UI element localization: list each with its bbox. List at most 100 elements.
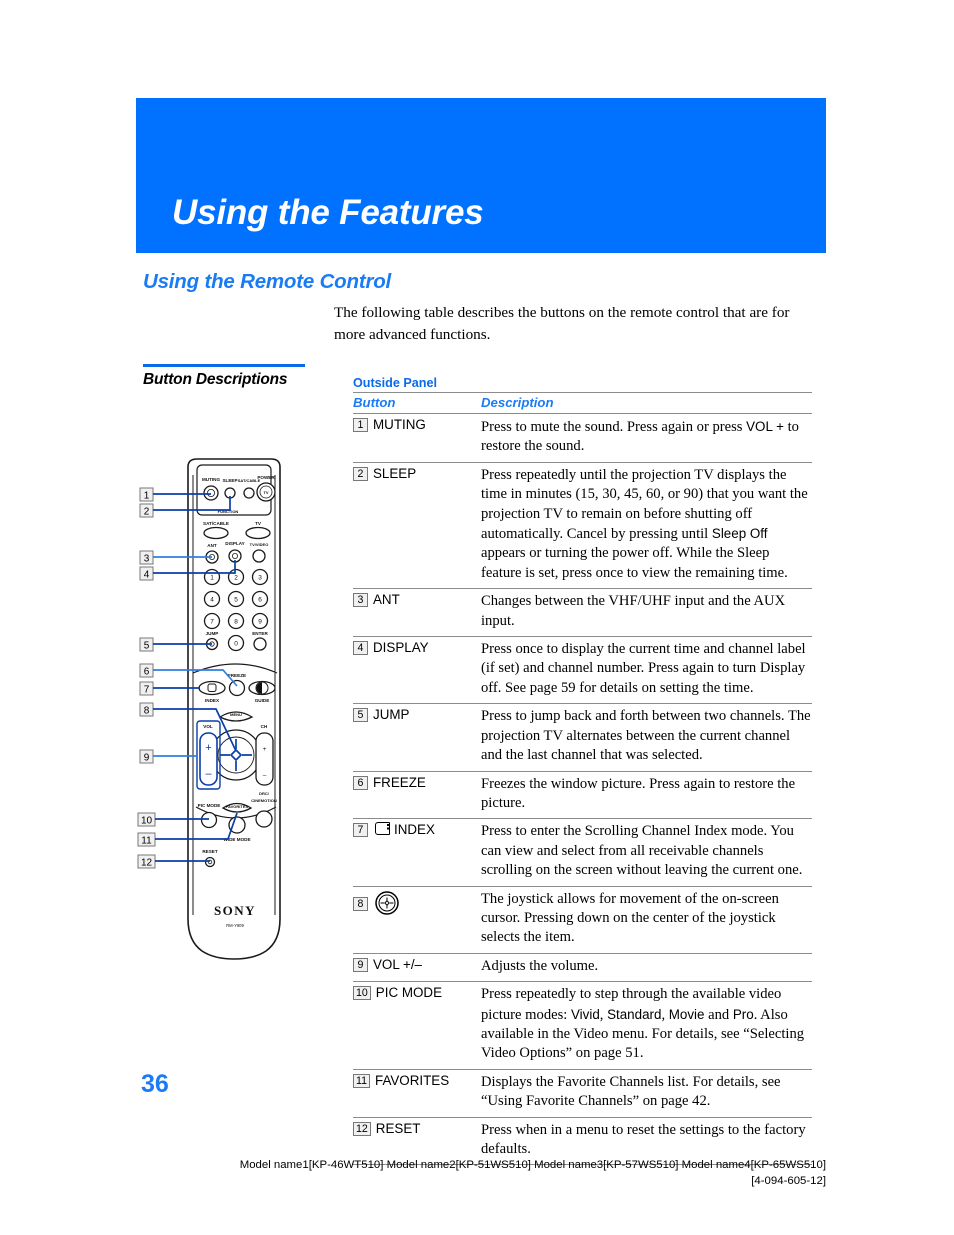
- table-caption: Outside Panel: [353, 376, 437, 390]
- callout-number: 8: [353, 896, 368, 911]
- footer: Model name1[KP-46WT510] Model name2[KP-5…: [136, 1157, 826, 1189]
- label-display: DISPLAY: [225, 541, 245, 546]
- label-menu: MENU: [230, 712, 242, 717]
- index-icon: [375, 822, 390, 836]
- svg-text:9: 9: [144, 753, 150, 764]
- table-row: 4 DISPLAY Press once to display the curren…: [353, 636, 812, 704]
- key-freeze[interactable]: [228, 679, 246, 697]
- key-satcable-top[interactable]: [243, 487, 255, 499]
- svg-text:2: 2: [144, 507, 150, 518]
- row-button-label: FAVORITES: [375, 1072, 450, 1088]
- row-description-cell: Press repeatedly until the projection TV…: [481, 461, 812, 589]
- button-descriptions-table-wrap: Outside Panel Button Description 1 MUTING…: [353, 376, 812, 1166]
- row-button-label: RESET: [375, 1120, 421, 1136]
- row-button-cell: 2 SLEEP: [353, 461, 481, 589]
- svg-text:5: 5: [144, 641, 150, 652]
- svg-text:1: 1: [144, 491, 150, 502]
- svg-text:–: –: [205, 768, 212, 780]
- section-heading: Using the Remote Control: [143, 270, 392, 293]
- row-button-cell: 1 MUTING: [353, 413, 481, 463]
- button-descriptions-table: Button Description 1 MUTING Press to mute …: [353, 392, 812, 1165]
- svg-text:+: +: [205, 742, 211, 754]
- key-satcable[interactable]: [203, 526, 229, 540]
- svg-text:+: +: [263, 746, 267, 753]
- key-vol[interactable]: + –: [199, 732, 218, 786]
- row-button-cell: 7 INDEX: [353, 818, 481, 887]
- row-button-label: VOL +/–: [373, 956, 423, 972]
- row-button-label: SLEEP: [373, 465, 417, 481]
- label-guide: GUIDE: [255, 698, 270, 703]
- label-ch: CH: [261, 724, 268, 729]
- row-description-cell: Displays the Favorite Channels list. For…: [481, 1068, 812, 1118]
- brand-logo: SONY: [214, 903, 256, 918]
- row-button-cell: 6 FREEZE: [353, 770, 481, 819]
- key-picmode[interactable]: [200, 811, 218, 829]
- svg-text:5: 5: [234, 597, 238, 604]
- svg-text:0: 0: [234, 641, 238, 648]
- table-row: 5 JUMP Press to jump back and forth betwee…: [353, 703, 812, 771]
- footer-model-names: Model name1[KP-46WT510] Model name2[KP-5…: [239, 1159, 826, 1171]
- label-favorites: FAVORITES: [226, 804, 249, 809]
- left-heading-rule: [143, 364, 305, 367]
- label-jump: JUMP: [206, 631, 219, 636]
- intro-paragraph: The following table describes the button…: [334, 304, 790, 343]
- svg-text:4: 4: [144, 570, 150, 581]
- label-power: POWER: [257, 475, 275, 480]
- key-joystick[interactable]: [210, 729, 262, 781]
- row-button-cell: 3 ANT: [353, 588, 481, 637]
- row-description-cell: The joystick allows for movement of the …: [481, 885, 812, 954]
- row-button-cell: 5 JUMP: [353, 703, 481, 771]
- svg-text:4: 4: [210, 597, 214, 604]
- label-satcable: SAT/CABLE: [203, 521, 229, 526]
- callout-number: 2: [353, 466, 368, 481]
- row-button-label: JUMP: [373, 707, 410, 723]
- svg-text:8: 8: [144, 706, 150, 717]
- svg-text:11: 11: [141, 836, 152, 847]
- label-reset: RESET: [202, 849, 218, 854]
- page-number: 36: [141, 1070, 169, 1098]
- row-button-cell: 11 FAVORITES: [353, 1068, 481, 1118]
- table-row: 9 VOL +/– Adjusts the volume.: [353, 952, 812, 982]
- key-aux[interactable]: [255, 810, 273, 828]
- header-description: Description: [481, 392, 812, 414]
- callout-number: 12: [353, 1121, 371, 1136]
- key-tvvideo[interactable]: [252, 549, 266, 563]
- row-button-cell: 4 DISPLAY: [353, 636, 481, 704]
- left-column-heading: Button Descriptions: [143, 371, 288, 388]
- row-description-cell: Freezes the window picture. Press again …: [481, 770, 812, 819]
- table-row: 8 The joystick allows for movement of the…: [353, 885, 812, 954]
- label-tvvideo: TV/VIDEO: [250, 542, 269, 547]
- footer-doc-number: [4-094-605-12]: [751, 1175, 826, 1187]
- svg-text:3: 3: [144, 554, 150, 565]
- key-enter[interactable]: [253, 637, 267, 651]
- callout-number: 4: [353, 641, 368, 656]
- key-tv[interactable]: [245, 526, 271, 540]
- label-drc: DRC/: [259, 791, 270, 796]
- svg-text:6: 6: [144, 667, 150, 678]
- svg-text:7: 7: [144, 685, 150, 696]
- svg-text:1: 1: [210, 575, 214, 582]
- label-muting: MUTING: [202, 477, 221, 482]
- row-button-label: ANT: [373, 592, 400, 608]
- table-row: 11 FAVORITES Displays the Favorite Channel…: [353, 1068, 812, 1118]
- svg-text:6: 6: [258, 597, 262, 604]
- row-description-cell: Adjusts the volume.: [481, 952, 812, 982]
- table-row: 2 SLEEP Press repeatedly until the project…: [353, 461, 812, 589]
- chapter-banner: Using the Features: [136, 98, 826, 253]
- callout-number: 5: [353, 708, 368, 723]
- row-button-cell: 9 VOL +/–: [353, 952, 481, 982]
- callout-number: 10: [353, 986, 371, 1001]
- row-button-label: INDEX: [394, 822, 435, 838]
- label-ant: ANT: [207, 543, 217, 548]
- key-ch[interactable]: + –: [255, 732, 274, 786]
- svg-text:2: 2: [234, 575, 238, 582]
- row-button-cell: 10 PIC MODE: [353, 981, 481, 1070]
- svg-text:TV: TV: [263, 490, 268, 495]
- label-enter: ENTER: [252, 631, 268, 636]
- label-picmode: PIC MODE: [198, 803, 221, 808]
- model-number: RM-Y909: [226, 923, 244, 928]
- svg-text:10: 10: [141, 816, 153, 827]
- svg-text:8: 8: [234, 619, 238, 626]
- label-index: INDEX: [205, 698, 220, 703]
- row-description-cell: Press to mute the sound. Press again or …: [481, 413, 812, 463]
